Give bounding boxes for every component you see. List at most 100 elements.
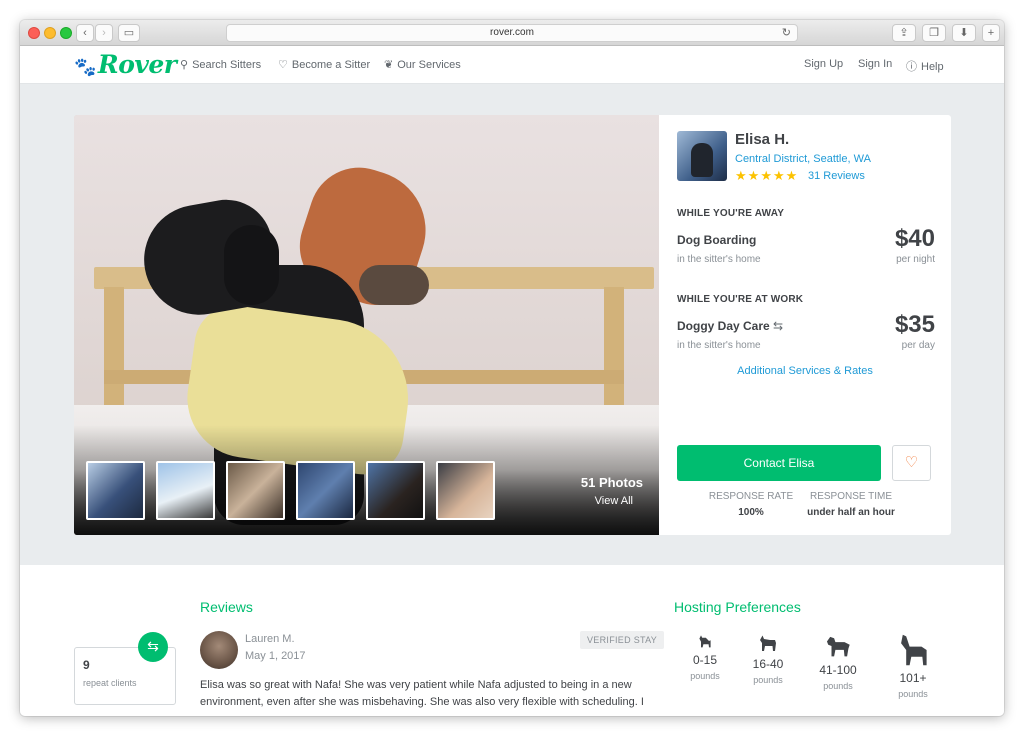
heart-icon: ♡ (904, 454, 919, 471)
service-name: Dog Boarding (677, 233, 757, 247)
size-preference: 16-40 pounds (733, 633, 803, 685)
size-preference: 0-15 pounds (670, 633, 740, 681)
avatar-figure (691, 143, 713, 177)
back-icon[interactable]: ‹ (76, 24, 94, 42)
star-icon: ★ (760, 168, 773, 183)
star-icon: ★ (747, 168, 761, 183)
tabs-icon[interactable]: ❐ (922, 24, 946, 42)
city-link[interactable]: Seattle, WA (813, 153, 871, 165)
site-header: 🐾Rover ⚲ Search Sitters ♡ Become a Sitter … (20, 46, 1004, 84)
price-unit: per day (901, 340, 935, 351)
forward-icon[interactable]: › (95, 24, 113, 42)
nav-become-sitter[interactable]: ♡ Become a Sitter (278, 58, 370, 71)
sign-in-link[interactable]: Sign In (858, 58, 892, 70)
response-time-value: under half an hour (807, 507, 895, 518)
reload-icon[interactable]: ↻ (782, 25, 791, 41)
nav-search-sitters[interactable]: ⚲ Search Sitters (180, 58, 261, 71)
view-all-photos-link[interactable]: View All (595, 495, 633, 507)
sitter-avatar[interactable] (677, 131, 727, 181)
nav-our-services[interactable]: ❦ Our Services (384, 58, 461, 71)
star-icon: ★ (785, 168, 799, 183)
repeat-clients-count: 9 (83, 658, 90, 672)
additional-services-link[interactable]: Additional Services & Rates (659, 365, 951, 377)
url-text: rover.com (490, 27, 534, 38)
gallery-thumbnail[interactable] (436, 461, 495, 520)
paw-icon: ❦ (384, 59, 394, 71)
maximize-window-button[interactable] (60, 27, 72, 39)
search-icon: ⚲ (180, 59, 189, 71)
service-price: $40 (894, 225, 935, 252)
size-unit: pounds (823, 681, 853, 691)
sitter-name: Elisa H. (735, 131, 790, 148)
help-label: Help (921, 61, 944, 73)
size-preference: 101+ pounds (878, 633, 948, 699)
size-range: 101+ (899, 671, 927, 685)
sitter-profile-card: Elisa H. Central District, Seattle, WA ★… (659, 115, 951, 535)
photo-count: 51 Photos (580, 475, 643, 490)
size-range: 16-40 (752, 657, 784, 671)
contact-sitter-button[interactable]: Contact Elisa (677, 445, 881, 481)
neighborhood-link[interactable]: Central District (735, 153, 807, 165)
sitter-photo-gallery[interactable]: 51 Photos View All (74, 115, 659, 535)
reviews-count-link[interactable]: 31 Reviews (808, 170, 865, 182)
star-icon: ★ (772, 168, 786, 183)
logo-text: Rover (97, 50, 177, 79)
gallery-thumbnail[interactable] (226, 461, 285, 520)
photo-dog-ear (224, 225, 279, 305)
nav-become-sitter-label: Become a Sitter (291, 59, 371, 71)
gallery-thumbnail[interactable] (366, 461, 425, 520)
reviewer-avatar[interactable] (200, 631, 238, 669)
size-preference: 41-100 pounds (803, 633, 873, 691)
verified-stay-badge: VERIFIED STAY (580, 631, 665, 649)
size-unit: pounds (753, 675, 783, 685)
profile-hero: 51 Photos View All Elisa H. Central Dist… (20, 85, 1004, 565)
reviews-heading: Reviews (200, 599, 253, 615)
service-location: in the sitter's home (677, 340, 761, 351)
service-location: in the sitter's home (677, 254, 761, 265)
new-tab-icon[interactable]: + (982, 24, 1000, 42)
help-link[interactable]: ⓘ Help (906, 58, 944, 74)
hosting-preferences-heading: Hosting Preferences (674, 599, 801, 615)
paw-icon: 🐾 (74, 57, 96, 78)
reviewer-name: Lauren M. (245, 633, 295, 645)
address-bar[interactable]: rover.com ↻ (226, 24, 798, 42)
dog-icon (826, 636, 850, 657)
gallery-thumbnail[interactable] (296, 461, 355, 520)
profile-details: Reviews Hosting Preferences 9 repeat cli… (20, 565, 1004, 716)
downloads-icon[interactable]: ⬇ (952, 24, 976, 42)
favorite-button[interactable]: ♡ (892, 445, 931, 481)
star-icon: ★ (735, 168, 748, 183)
repeat-icon: ⇆ (138, 632, 168, 662)
sidebar-toggle-icon[interactable]: ▭ (118, 24, 140, 42)
service-name: Doggy Day Care ⇆ (677, 319, 783, 333)
response-rate-label: RESPONSE RATE (708, 491, 794, 502)
section-while-at-work: WHILE YOU'RE AT WORK (677, 294, 804, 305)
minimize-window-button[interactable] (44, 27, 56, 39)
size-range: 0-15 (692, 653, 718, 667)
price-unit: per night (896, 254, 935, 265)
close-window-button[interactable] (28, 27, 40, 39)
help-icon: ⓘ (906, 61, 917, 73)
heart-icon: ♡ (278, 59, 288, 71)
size-unit: pounds (898, 689, 928, 699)
size-range: 41-100 (819, 663, 857, 677)
browser-toolbar: ‹ › ▭ rover.com ↻ ⇪ ❐ ⬇ + (20, 20, 1004, 46)
repeat-clients-label: repeat clients (83, 678, 137, 688)
service-price: $35 (894, 311, 935, 338)
service-name-text: Doggy Day Care (677, 319, 770, 333)
size-unit: pounds (690, 671, 720, 681)
nav-search-sitters-label: Search Sitters (192, 59, 262, 71)
browser-window: ‹ › ▭ rover.com ↻ ⇪ ❐ ⬇ + 🐾Rover ⚲ Search… (20, 20, 1004, 716)
gallery-thumbnail[interactable] (86, 461, 145, 520)
response-rate-value: 100% (738, 507, 764, 518)
gallery-thumbnail[interactable] (156, 461, 215, 520)
dog-icon (901, 634, 927, 666)
repeat-icon: ⇆ (773, 319, 784, 333)
review-date: May 1, 2017 (245, 650, 306, 662)
dog-icon (699, 635, 711, 648)
star-rating: ★★★★★ (735, 168, 798, 184)
rover-logo[interactable]: 🐾Rover (74, 50, 177, 79)
share-icon[interactable]: ⇪ (892, 24, 916, 42)
photo-coat-fur (359, 265, 429, 305)
sign-up-link[interactable]: Sign Up (804, 58, 843, 70)
